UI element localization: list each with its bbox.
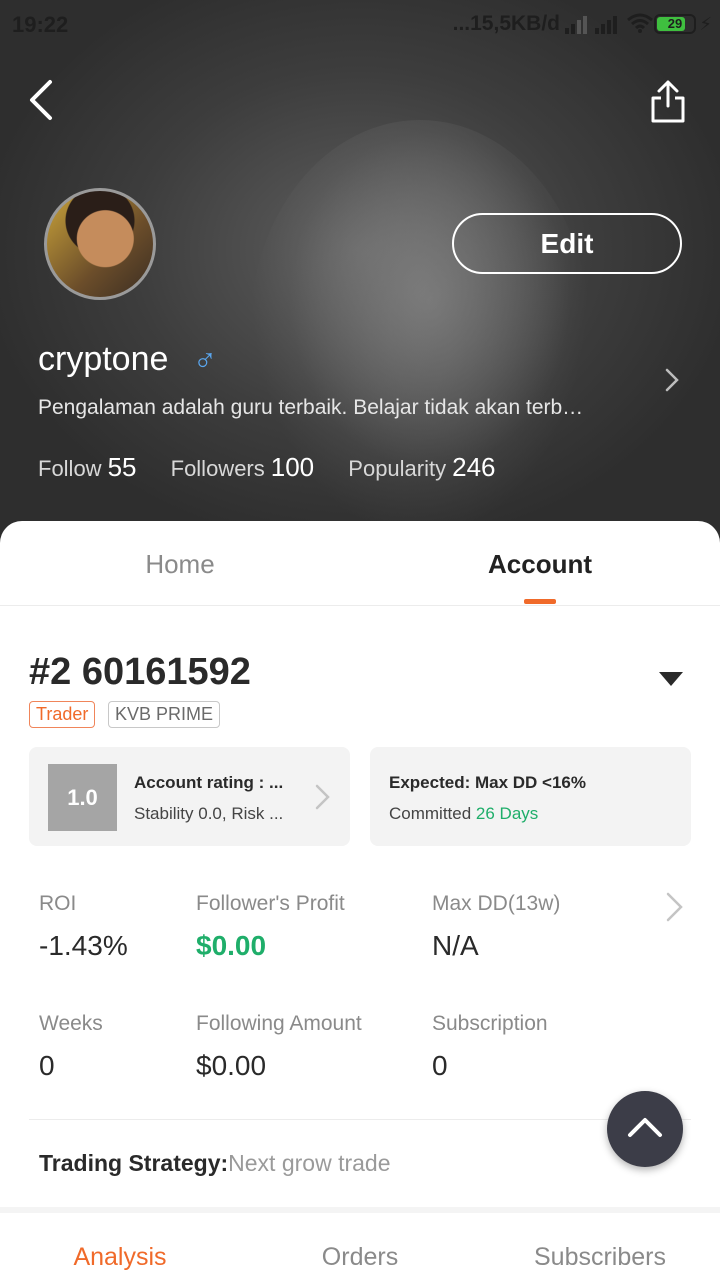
trader-tag: Trader xyxy=(29,701,96,728)
status-time: 19:22 xyxy=(12,12,69,37)
metric-value: 0 xyxy=(432,1050,448,1081)
metric-label: Following Amount xyxy=(196,1012,362,1035)
tab-home[interactable]: Home xyxy=(0,549,360,580)
network-speed: ...15,5KB/d xyxy=(452,12,560,35)
rating-subtitle: Stability 0.0, Risk ... xyxy=(134,804,284,823)
committed-text: Committed 26 Days xyxy=(389,804,538,824)
stat-label: Popularity xyxy=(348,456,447,481)
active-tab-indicator xyxy=(524,599,556,604)
committed-days: 26 Days xyxy=(475,804,539,823)
status-bar: 19:22 ...15,5KB/d 29 ⚡ xyxy=(0,0,720,50)
strategy-label: Trading Strategy: xyxy=(39,1150,229,1176)
stat-label: Follow xyxy=(38,456,102,481)
tab-orders[interactable]: Orders xyxy=(240,1243,480,1272)
metric-roi: ROI -1.43% xyxy=(39,892,128,962)
chevron-right-icon xyxy=(315,784,330,810)
metric-max-dd: Max DD(13w) N/A xyxy=(432,892,560,962)
profile-tabs: Home Account xyxy=(0,521,720,606)
account-card: Home Account #2 60161592 Trader KVB PRIM… xyxy=(0,521,720,1280)
metric-subscription: Subscription 0 xyxy=(432,1012,548,1082)
metric-label: ROI xyxy=(39,892,77,915)
metric-follower-profit: Follower's Profit $0.00 xyxy=(196,892,345,962)
metric-value: N/A xyxy=(432,930,479,961)
metric-weeks: Weeks 0 xyxy=(39,1012,103,1082)
dropdown-triangle-icon[interactable] xyxy=(658,671,684,687)
male-gender-icon: ♂ xyxy=(193,342,217,378)
chevron-right-icon[interactable] xyxy=(660,366,684,394)
scroll-top-icon xyxy=(628,1118,662,1137)
metric-value: $0.00 xyxy=(196,1050,267,1081)
profile-stats: Follow 55 Followers 100 Popularity 246 xyxy=(38,452,524,483)
tab-subscribers[interactable]: Subscribers xyxy=(480,1243,720,1272)
wifi-icon xyxy=(627,13,653,33)
expected-title: Expected: Max DD <16% xyxy=(389,773,586,792)
broker-tag: KVB PRIME xyxy=(108,701,221,728)
avatar[interactable] xyxy=(44,188,156,300)
expected-drawdown-box: Expected: Max DD <16% Committed 26 Days xyxy=(370,747,691,846)
account-rating-box[interactable]: 1.0 Account rating : ... Stability 0.0, … xyxy=(29,747,350,846)
rating-score: 1.0 xyxy=(48,764,117,831)
metric-label: Follower's Profit xyxy=(196,892,345,915)
battery-icon: 29 xyxy=(654,14,696,34)
metric-value: 0 xyxy=(39,1050,55,1081)
committed-label: Committed xyxy=(389,804,472,823)
stat-label: Followers xyxy=(170,456,265,481)
tab-analysis[interactable]: Analysis xyxy=(0,1243,240,1272)
stat-follow[interactable]: Follow 55 xyxy=(38,452,137,483)
strategy-value: Next grow trade xyxy=(228,1150,391,1176)
divider xyxy=(29,1119,691,1120)
username: cryptone xyxy=(38,340,169,378)
tab-account[interactable]: Account xyxy=(360,549,720,580)
section-tabs: Analysis Orders Subscribers xyxy=(0,1207,720,1280)
stat-followers[interactable]: Followers 100 xyxy=(171,452,315,483)
back-arrow-icon[interactable] xyxy=(24,78,64,122)
rating-title: Account rating : ... xyxy=(134,773,284,792)
charging-bolt-icon: ⚡ xyxy=(699,14,712,34)
signal-icon xyxy=(565,16,587,34)
signal-icon xyxy=(595,16,617,34)
stat-value: 246 xyxy=(452,452,496,482)
metric-value: -1.43% xyxy=(39,930,128,961)
metric-label: Subscription xyxy=(432,1012,548,1035)
stat-value: 100 xyxy=(270,452,315,482)
profile-bio[interactable]: Pengalaman adalah guru terbaik. Belajar … xyxy=(38,396,648,420)
share-icon[interactable] xyxy=(648,78,688,124)
metric-value: $0.00 xyxy=(196,930,267,961)
stat-value: 55 xyxy=(107,452,137,482)
account-title: #2 60161592 xyxy=(29,651,251,693)
chevron-right-icon[interactable] xyxy=(663,891,685,923)
edit-profile-button[interactable]: Edit xyxy=(452,213,682,274)
scroll-to-top-button[interactable] xyxy=(607,1091,683,1167)
trading-strategy: Trading Strategy:Next grow trade xyxy=(39,1150,391,1177)
metric-following-amount: Following Amount $0.00 xyxy=(196,1012,362,1082)
metric-label: Max DD(13w) xyxy=(432,892,561,915)
stat-popularity: Popularity 246 xyxy=(348,452,495,483)
battery-level: 29 xyxy=(667,16,683,31)
metric-label: Weeks xyxy=(39,1012,103,1035)
